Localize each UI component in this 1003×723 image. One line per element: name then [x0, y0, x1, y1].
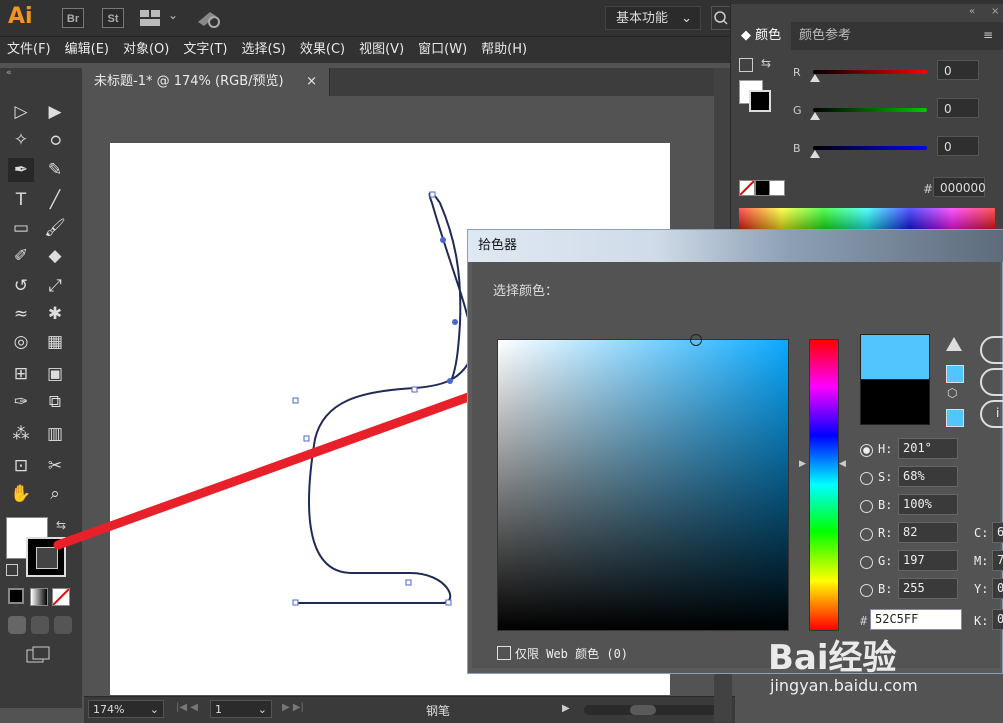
tab-color[interactable]: ◆ 颜色	[731, 22, 792, 50]
channel-b-label: B	[793, 142, 801, 155]
s-input[interactable]: 68%	[898, 466, 958, 487]
tab-color-guide[interactable]: 颜色参考	[789, 22, 861, 50]
horizontal-scrollbar[interactable]	[584, 705, 724, 715]
ok-button[interactable]	[980, 336, 1003, 364]
brightness-input[interactable]: 100%	[898, 494, 958, 515]
cancel-button[interactable]	[980, 368, 1003, 396]
color-panel: « × ◆ 颜色 颜色参考 ≡ ⇆ R 0 G 0 B 0 # 000000	[730, 4, 1003, 234]
zoom-value: 174%	[93, 703, 125, 716]
h-radio[interactable]	[860, 444, 873, 457]
color-cursor[interactable]	[690, 334, 702, 346]
status-menu-icon[interactable]: ▶	[562, 703, 570, 714]
tab-color-guide-label: 颜色参考	[799, 28, 852, 43]
current-tool-label: 钢笔	[426, 704, 451, 718]
color-panel-tabs: ◆ 颜色 颜色参考 ≡	[731, 22, 1003, 50]
artboard-number-field[interactable]: 1 ⌄	[210, 700, 272, 718]
g-slider[interactable]	[810, 108, 927, 120]
slider-thumb-icon[interactable]	[810, 150, 820, 158]
chevron-down-icon: ⌄	[257, 703, 267, 716]
saturation-brightness-field[interactable]	[497, 334, 789, 631]
original-color-swatch[interactable]	[860, 379, 930, 425]
c-label: C:	[974, 526, 989, 540]
hue-marker-right-icon[interactable]: ◀	[839, 459, 846, 469]
k-input[interactable]: 0	[992, 609, 1003, 630]
web-only-checkbox[interactable]	[497, 646, 511, 660]
hex-hash-label: #	[923, 182, 934, 196]
h-input[interactable]: 201°	[898, 438, 958, 459]
dialog-title: 拾色器	[468, 230, 1003, 262]
status-bar: 174% ⌄ |◀ ◀ 1 ⌄ ▶ ▶| 钢笔 ▶	[84, 696, 735, 723]
r-input-picker[interactable]: 82	[898, 522, 958, 543]
panel-hex-input[interactable]: 000000	[933, 177, 986, 197]
blue-radio[interactable]	[860, 584, 873, 597]
s-label: S:	[878, 470, 893, 484]
none-swatch-icon[interactable]	[739, 180, 755, 196]
hex-hash-label: #	[860, 614, 868, 628]
artboard-number: 1	[215, 703, 222, 716]
web-safe-color-swatch[interactable]	[946, 409, 964, 427]
slider-thumb-icon[interactable]	[810, 74, 820, 82]
first-page-icon[interactable]: |◀ ◀	[176, 702, 198, 713]
slider-thumb-icon[interactable]	[810, 112, 820, 120]
s-radio[interactable]	[860, 472, 873, 485]
r-input[interactable]: 0	[937, 60, 979, 80]
y-input[interactable]: 0	[992, 578, 1003, 599]
web-only-label: 仅限 Web 颜色 (0)	[515, 647, 629, 661]
out-of-gamut-warning-icon[interactable]	[946, 337, 962, 351]
white-swatch[interactable]	[769, 180, 785, 196]
default-fill-stroke-icon[interactable]	[739, 58, 753, 72]
r-slider[interactable]	[810, 70, 927, 82]
c-input[interactable]: 6	[992, 522, 1003, 543]
m-label: M:	[974, 554, 989, 568]
brightness-label: B:	[878, 498, 893, 512]
swap-icon[interactable]: ⇆	[761, 56, 771, 70]
chevron-down-icon: ⌄	[149, 703, 159, 716]
r-label: R:	[878, 526, 893, 540]
close-panel-icon[interactable]: ×	[991, 6, 999, 17]
h-label: H:	[878, 442, 893, 456]
r-radio[interactable]	[860, 528, 873, 541]
m-input[interactable]: 7	[992, 550, 1003, 571]
select-color-label: 选择颜色：	[493, 284, 559, 299]
b-input[interactable]: 0	[937, 136, 979, 156]
watermark-url: jingyan.baidu.com	[770, 676, 918, 695]
panel-stroke-swatch[interactable]	[749, 90, 771, 112]
b-slider[interactable]	[810, 146, 927, 158]
color-swatches-button[interactable]: i	[980, 400, 1003, 428]
g-radio[interactable]	[860, 556, 873, 569]
g-input-picker[interactable]: 197	[898, 550, 958, 571]
hue-slider[interactable]	[809, 339, 839, 631]
brightness-radio[interactable]	[860, 500, 873, 513]
hue-marker-left-icon[interactable]: ▶	[799, 459, 806, 469]
web-safe-warning-icon[interactable]: ⬡	[947, 386, 957, 400]
next-page-icon[interactable]: ▶ ▶|	[282, 702, 304, 713]
k-label: K:	[974, 614, 989, 628]
watermark-brand: Bai经验	[768, 638, 897, 678]
g-label: G:	[878, 554, 893, 568]
channel-r-label: R	[793, 66, 801, 79]
blue-label: B:	[878, 582, 893, 596]
blue-input-picker[interactable]: 255	[898, 578, 958, 599]
color-picker-dialog: 拾色器 选择颜色： ▶ ◀ ⬡ i H: 201° S: 68% B: 100%…	[467, 229, 1003, 674]
dialog-body: 选择颜色： ▶ ◀ ⬡ i H: 201° S: 68% B: 100% R: …	[472, 262, 1003, 668]
collapse-panel-icon[interactable]: «	[969, 6, 975, 17]
gamut-color-swatch[interactable]	[946, 365, 964, 383]
g-input[interactable]: 0	[937, 98, 979, 118]
hex-input[interactable]: 52C5FF	[870, 609, 962, 630]
zoom-field[interactable]: 174% ⌄	[88, 700, 164, 718]
y-label: Y:	[974, 582, 989, 596]
panel-menu-icon[interactable]: ≡	[983, 28, 993, 42]
channel-g-label: G	[793, 104, 802, 117]
new-color-swatch	[860, 334, 930, 380]
tab-color-label: 颜色	[755, 28, 782, 43]
